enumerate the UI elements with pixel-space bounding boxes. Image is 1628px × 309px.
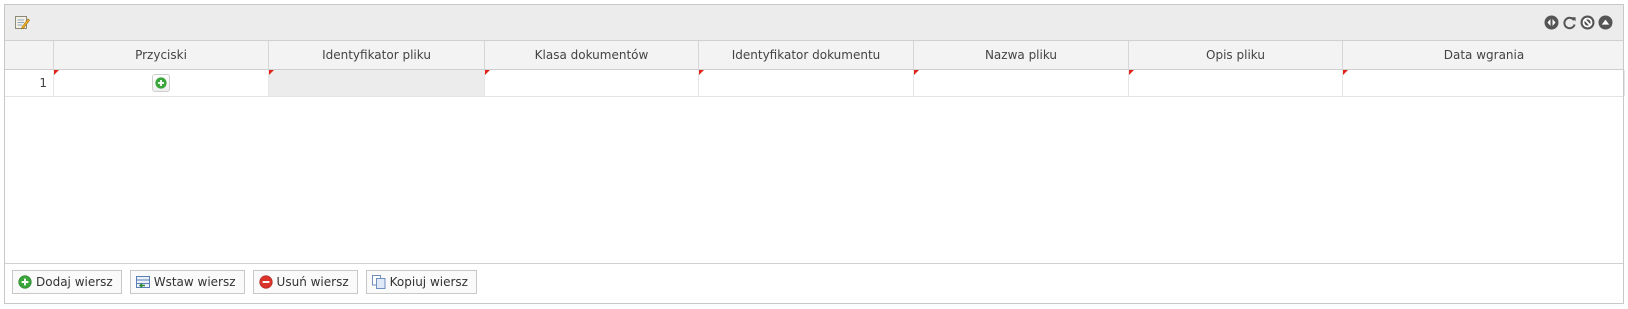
edit-form-icon[interactable] <box>14 14 30 30</box>
document-class-cell[interactable] <box>485 70 699 96</box>
dirty-marker <box>1129 70 1134 75</box>
grid-panel: Przyciski Identyfikator pliku Klasa doku… <box>4 4 1625 304</box>
dirty-marker <box>269 70 274 75</box>
insert-row-button[interactable]: Wstaw wiersz <box>129 270 245 294</box>
column-header[interactable]: Opis pliku <box>1129 41 1343 69</box>
column-header[interactable]: Nazwa pliku <box>914 41 1129 69</box>
column-header[interactable]: Data wgrania <box>1343 41 1625 69</box>
file-id-cell <box>269 70 485 96</box>
insert-row-icon <box>135 275 150 289</box>
add-file-button[interactable] <box>152 74 170 92</box>
document-id-cell[interactable] <box>699 70 914 96</box>
file-name-cell[interactable] <box>914 70 1129 96</box>
dirty-marker <box>1343 70 1348 75</box>
cancel-icon[interactable] <box>1580 15 1595 30</box>
dirty-marker <box>699 70 704 75</box>
dirty-marker <box>485 70 490 75</box>
upload-date-cell[interactable] <box>1343 70 1625 96</box>
column-header[interactable]: Identyfikator pliku <box>269 41 485 69</box>
insert-row-label: Wstaw wiersz <box>153 275 236 289</box>
refresh-icon[interactable] <box>1562 15 1577 30</box>
minus-circle-icon <box>258 275 273 289</box>
column-header[interactable]: Przyciski <box>54 41 269 69</box>
collapse-horizontal-icon[interactable] <box>1544 15 1559 30</box>
column-header[interactable]: Identyfikator dokumentu <box>699 41 914 69</box>
row-number: 1 <box>5 70 54 96</box>
dirty-marker <box>914 70 919 75</box>
file-description-cell[interactable] <box>1129 70 1343 96</box>
footer-buttons: Dodaj wiersz Wstaw wiersz Usuń wiersz Ko… <box>12 270 477 294</box>
collapse-up-icon[interactable] <box>1598 15 1613 30</box>
dirty-marker <box>54 70 59 75</box>
add-row-label: Dodaj wiersz <box>36 275 113 289</box>
panel-tools <box>1544 15 1613 30</box>
buttons-cell[interactable] <box>54 70 269 96</box>
panel-header <box>5 5 1623 41</box>
grid-footer-toolbar: Dodaj wiersz Wstaw wiersz Usuń wiersz Ko… <box>5 263 1623 303</box>
delete-row-button[interactable]: Usuń wiersz <box>252 270 358 294</box>
copy-row-label: Kopiuj wiersz <box>389 275 468 289</box>
table-row[interactable]: 1 <box>5 70 1625 97</box>
grid-header: Przyciski Identyfikator pliku Klasa doku… <box>5 41 1623 70</box>
plus-circle-icon <box>18 275 32 289</box>
copy-icon <box>371 275 386 289</box>
column-header[interactable]: Klasa dokumentów <box>485 41 699 69</box>
row-number-header <box>5 41 54 69</box>
delete-row-label: Usuń wiersz <box>276 275 349 289</box>
copy-row-button[interactable]: Kopiuj wiersz <box>365 270 477 294</box>
add-row-button[interactable]: Dodaj wiersz <box>12 270 122 294</box>
plus-circle-icon <box>155 77 167 89</box>
